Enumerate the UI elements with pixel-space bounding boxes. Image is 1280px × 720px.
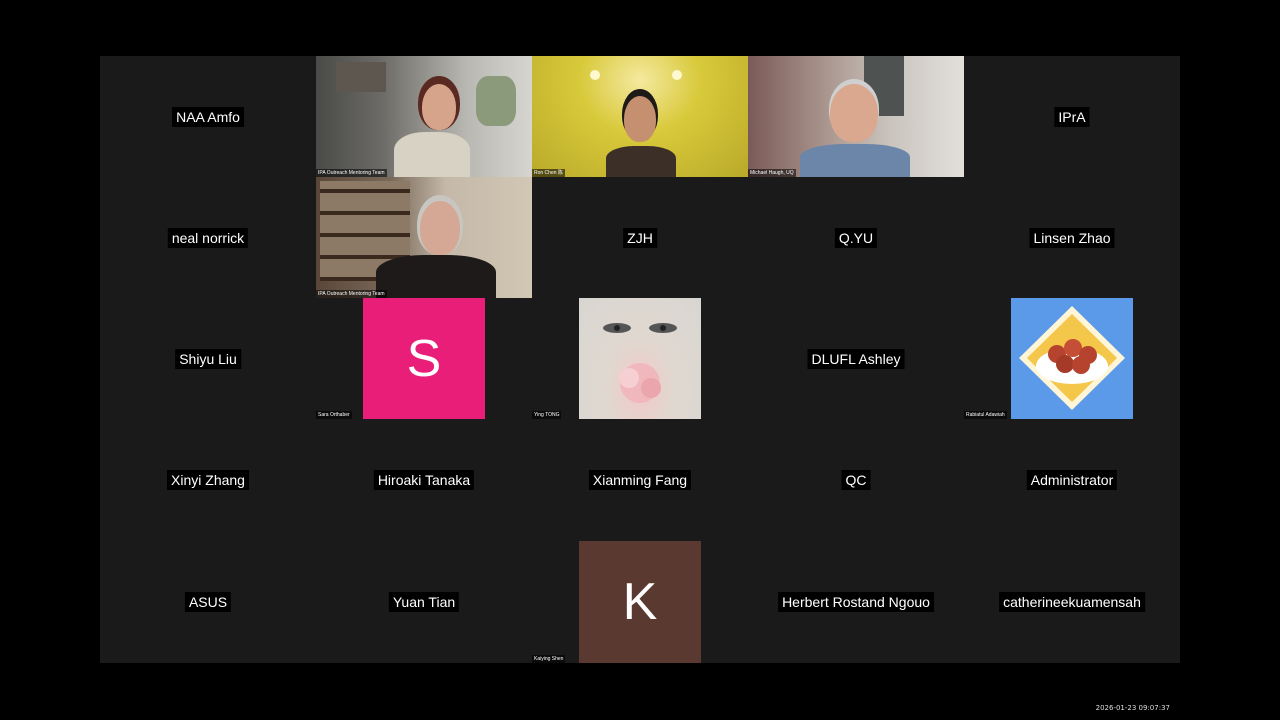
participant-video-tile[interactable]: IPA Outreach Mentoring Team	[316, 177, 532, 298]
person-head	[830, 84, 878, 142]
participant-name: IPrA	[1054, 106, 1090, 127]
participant-tile[interactable]: Xinyi Zhang	[100, 419, 316, 541]
participant-avatar-tile[interactable]: K Kaiying Shen	[532, 541, 748, 663]
participant-name: neal norrick	[167, 227, 249, 248]
participant-video	[748, 56, 964, 177]
profile-picture	[1011, 298, 1133, 419]
wall-picture	[336, 62, 386, 92]
participant-name: Linsen Zhao	[1029, 227, 1115, 248]
participant-name: ASUS	[184, 592, 232, 612]
participant-tile[interactable]: ASUS	[100, 541, 316, 663]
participant-name: Rabiatul Adawiah	[964, 411, 1007, 419]
participant-name: IPA Outreach Mentoring Team	[316, 290, 387, 298]
participant-video	[532, 56, 748, 177]
person-body	[376, 255, 496, 298]
person-head	[420, 201, 460, 255]
participant-name: Shiyu Liu	[175, 348, 241, 369]
person-head	[624, 96, 656, 142]
recording-timestamp: 2026-01-23 09:07:37	[1095, 704, 1170, 712]
participant-tile[interactable]: neal norrick	[100, 177, 316, 298]
gallery-view: NAA Amfo IPA Outreach Mentoring Team Ron…	[100, 56, 1180, 663]
participant-name: Kaiying Shen	[532, 655, 566, 663]
participant-tile[interactable]: Q.YU	[748, 177, 964, 298]
participant-name: Sara Orthaber	[316, 411, 352, 419]
participant-tile[interactable]: Hiroaki Tanaka	[316, 419, 532, 541]
participant-video-tile[interactable]: Michael Haugh, UQ	[748, 56, 964, 177]
participant-video	[316, 177, 532, 298]
participant-name: Michael Haugh, UQ	[748, 169, 796, 177]
participant-name: ZJH	[623, 227, 657, 248]
participant-avatar-tile[interactable]: S Sara Orthaber	[316, 298, 532, 419]
avatar: K	[579, 541, 701, 663]
participant-name: Xianming Fang	[588, 470, 692, 490]
person-body	[800, 144, 910, 177]
participant-tile[interactable]: catherineekuamensah	[964, 541, 1180, 663]
profile-picture	[579, 298, 701, 419]
person-body	[606, 146, 676, 177]
participant-name: Administrator	[1026, 470, 1118, 490]
participant-name: Hiroaki Tanaka	[373, 470, 475, 490]
participant-name: Q.YU	[834, 227, 878, 248]
participant-tile[interactable]: Xianming Fang	[532, 419, 748, 541]
participant-video-tile[interactable]: Ron Chen 陈	[532, 56, 748, 177]
participant-name: Xinyi Zhang	[167, 470, 249, 490]
participant-name: Yuan Tian	[388, 592, 460, 612]
face-illustration	[603, 323, 677, 403]
participant-picture-tile[interactable]: Rabiatul Adawiah	[964, 298, 1180, 419]
participant-tile[interactable]: Shiyu Liu	[100, 298, 316, 419]
avatar-initial: S	[406, 329, 442, 388]
person-body	[394, 132, 470, 177]
participant-tile[interactable]: Yuan Tian	[316, 541, 532, 663]
food-bowl-illustration	[1019, 306, 1125, 410]
participant-name: QC	[841, 470, 871, 490]
participant-tile[interactable]: QC	[748, 419, 964, 541]
participant-name: Ying TONG	[532, 411, 562, 419]
participant-name: catherineekuamensah	[999, 592, 1145, 612]
participant-video-tile[interactable]: IPA Outreach Mentoring Team	[316, 56, 532, 177]
participant-tile[interactable]: DLUFL Ashley	[748, 298, 964, 419]
participant-tile[interactable]: IPrA	[964, 56, 1180, 177]
participant-tile[interactable]: ZJH	[532, 177, 748, 298]
participant-tile[interactable]: Herbert Rostand Ngouo	[748, 541, 964, 663]
ceiling-light	[672, 70, 682, 80]
participant-tile[interactable]: Administrator	[964, 419, 1180, 541]
participant-name: Herbert Rostand Ngouo	[778, 592, 934, 612]
avatar-initial: K	[622, 573, 658, 631]
plant	[476, 76, 516, 126]
participant-name: DLUFL Ashley	[807, 348, 905, 369]
participant-video	[316, 56, 532, 177]
participant-tile[interactable]: NAA Amfo	[100, 56, 316, 177]
participant-name: IPA Outreach Mentoring Team	[316, 169, 387, 177]
participant-name: NAA Amfo	[172, 106, 244, 127]
person-head	[422, 84, 456, 130]
participant-name: Ron Chen 陈	[532, 169, 565, 177]
participant-tile[interactable]: Linsen Zhao	[964, 177, 1180, 298]
ceiling-light	[590, 70, 600, 80]
participant-picture-tile[interactable]: Ying TONG	[532, 298, 748, 419]
avatar: S	[363, 298, 485, 419]
